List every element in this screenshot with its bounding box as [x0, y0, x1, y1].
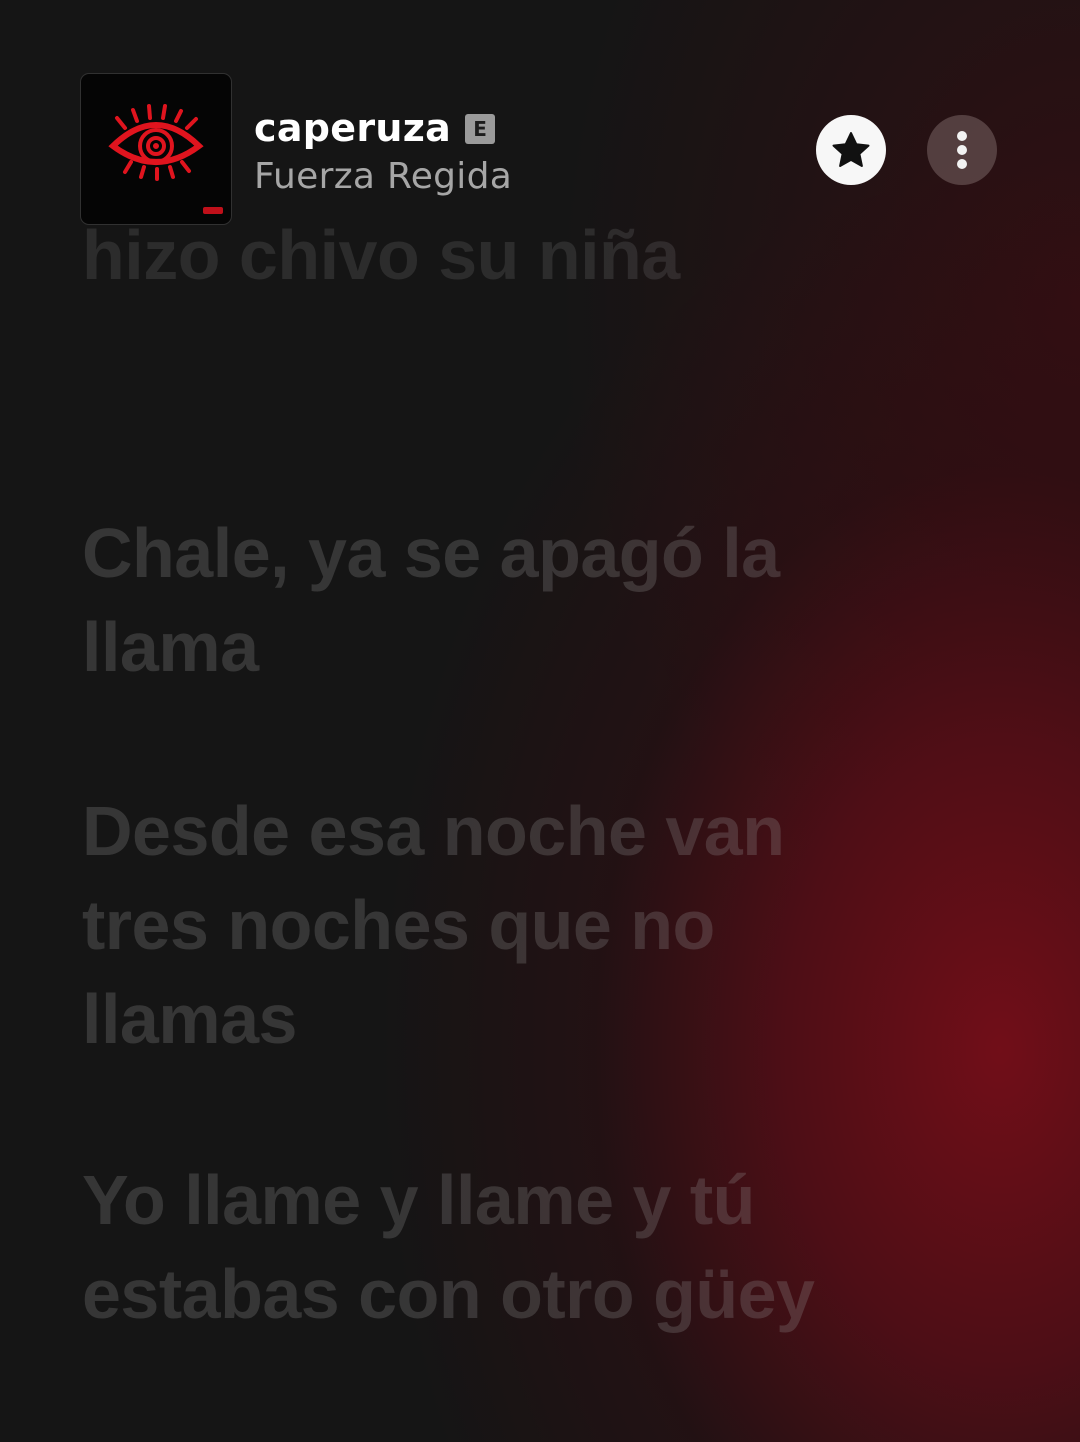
star-icon: [832, 132, 870, 167]
track-title: caperuza: [254, 106, 452, 150]
lyric-line[interactable]: Chale, ya se apagó la: [82, 506, 982, 600]
red-eye-icon: [108, 104, 223, 214]
lyric-line[interactable]: Yo llame y llame y tú: [82, 1153, 982, 1247]
track-info[interactable]: caperuza E Fuerza Regida: [254, 104, 512, 197]
now-playing-header: caperuza E Fuerza Regida: [0, 0, 1080, 240]
album-artwork[interactable]: [81, 74, 231, 224]
lyrics-top-clip: hizo chivo su niña: [0, 228, 1080, 308]
lyric-line[interactable]: estabas con otro güey: [82, 1247, 982, 1341]
parental-advisory-label: [203, 207, 223, 214]
lyric-line[interactable]: Desde esa noche van: [82, 784, 982, 878]
more-vertical-icon: [957, 131, 967, 169]
lyric-line[interactable]: tres noches que no: [82, 878, 982, 972]
more-options-button[interactable]: [927, 115, 997, 185]
lyric-line[interactable]: llamas: [82, 972, 982, 1066]
track-artist[interactable]: Fuerza Regida: [254, 156, 512, 197]
lyric-line[interactable]: llama: [82, 600, 982, 694]
favorite-button[interactable]: [816, 115, 886, 185]
explicit-badge: E: [465, 114, 496, 144]
track-title-row: caperuza E: [254, 104, 512, 152]
